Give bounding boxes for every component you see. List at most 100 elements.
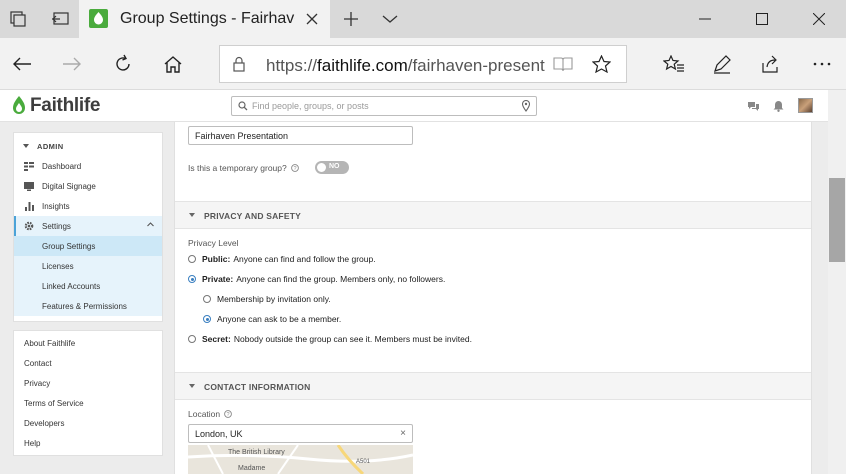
page-scrollbar[interactable] [828, 90, 846, 474]
location-map[interactable]: The British Library A501 Madame [188, 445, 413, 474]
temporary-group-toggle[interactable]: NO [315, 161, 349, 174]
option-description: Anyone can find the group. Members only,… [236, 274, 446, 284]
option-description: Anyone can ask to be a member. [217, 314, 342, 324]
caret-down-icon [189, 384, 195, 388]
url-text: https://faithlife.com/fairhaven-present [266, 56, 545, 75]
sidebar-item-label: Features & Permissions [42, 301, 127, 311]
chevron-up-icon[interactable] [147, 222, 154, 227]
link-terms-of-service[interactable]: Terms of Service [24, 399, 84, 408]
caret-down-icon [23, 144, 29, 148]
sidebar-subitem-linked-accounts[interactable]: Linked Accounts [14, 276, 162, 296]
link-developers[interactable]: Developers [24, 419, 64, 428]
sidebar-item-settings[interactable]: Settings [14, 216, 162, 236]
clear-icon[interactable]: × [400, 428, 406, 439]
option-name: Public: [202, 254, 231, 264]
dashboard-icon [24, 161, 34, 171]
map-label: The British Library [228, 449, 285, 456]
option-description: Anyone can find and follow the group. [233, 254, 376, 264]
maximize-icon[interactable] [750, 7, 774, 31]
map-label: Madame [238, 465, 266, 472]
help-icon[interactable]: ? [224, 410, 232, 418]
group-name-input[interactable] [188, 126, 413, 145]
temporary-group-label: Is this a temporary group? ? [188, 163, 299, 173]
back-tabs-icon[interactable] [48, 7, 72, 31]
sidebar-subitem-features-permissions[interactable]: Features & Permissions [14, 296, 162, 316]
toggle-label: NO [329, 163, 340, 170]
sidebar-item-label: Linked Accounts [42, 281, 101, 291]
faithlife-favicon-icon [89, 9, 108, 28]
search-box[interactable] [231, 96, 537, 116]
sidebar-item-label: Licenses [42, 261, 74, 271]
address-bar[interactable]: https://faithlife.com/fairhaven-present [219, 45, 627, 83]
search-icon [238, 101, 248, 111]
minimize-icon[interactable] [693, 7, 717, 31]
option-name: Secret: [202, 334, 231, 344]
link-help[interactable]: Help [24, 439, 40, 448]
back-arrow-icon[interactable] [9, 51, 35, 77]
link-contact[interactable]: Contact [24, 359, 52, 368]
admin-sidebar: ADMIN Dashboard Digital Signage Insights… [13, 132, 163, 322]
browser-nav-bar: https://faithlife.com/fairhaven-present [0, 38, 846, 90]
favorites-hub-icon[interactable] [661, 51, 687, 77]
more-menu-icon[interactable] [809, 51, 835, 77]
map-roads [188, 445, 413, 474]
privacy-option-private[interactable]: Private: Anyone can find the group. Memb… [188, 274, 445, 284]
link-privacy[interactable]: Privacy [24, 379, 50, 388]
group-settings-panel: Is this a temporary group? ? NO PRIVACY … [174, 122, 812, 474]
sidebar-subitem-group-settings[interactable]: Group Settings [14, 236, 162, 256]
link-about-faithlife[interactable]: About Faithlife [24, 339, 75, 348]
gear-icon [24, 221, 34, 231]
location-label: Location ? [188, 409, 232, 419]
location-input[interactable] [195, 428, 385, 440]
sidebar-item-dashboard[interactable]: Dashboard [14, 156, 162, 176]
tab-list-chevron-icon[interactable] [378, 7, 402, 31]
insights-icon [24, 201, 34, 211]
membership-option-invitation[interactable]: Membership by invitation only. [203, 294, 331, 304]
privacy-option-secret[interactable]: Secret: Nobody outside the group can see… [188, 334, 472, 344]
toggle-knob [317, 163, 326, 172]
close-window-icon[interactable] [807, 7, 831, 31]
location-field[interactable]: × [188, 424, 413, 443]
membership-option-ask[interactable]: Anyone can ask to be a member. [203, 314, 341, 324]
sidebar-subitem-licenses[interactable]: Licenses [14, 256, 162, 276]
user-avatar[interactable] [798, 98, 813, 113]
help-icon[interactable]: ? [290, 164, 299, 172]
browser-tab-bar: Group Settings - Fairhaven Presentation [0, 0, 846, 38]
radio-button-selected[interactable] [203, 315, 211, 323]
caret-down-icon [189, 213, 195, 217]
scrollbar-thumb[interactable] [829, 178, 845, 262]
location-pin-icon[interactable] [522, 100, 530, 112]
sidebar-item-insights[interactable]: Insights [14, 196, 162, 216]
sidebar-item-digital-signage[interactable]: Digital Signage [14, 176, 162, 196]
new-tab-icon[interactable] [339, 7, 363, 31]
radio-button-selected[interactable] [188, 275, 196, 283]
location-label-text: Location [188, 409, 221, 419]
active-tab[interactable]: Group Settings - Fairhaven Presentation [79, 0, 330, 38]
lock-icon [233, 56, 245, 74]
faithlife-logo[interactable]: Faithlife [12, 95, 100, 117]
privacy-option-public[interactable]: Public: Anyone can find and follow the g… [188, 254, 376, 264]
messages-icon[interactable] [746, 99, 760, 113]
radio-button[interactable] [188, 255, 196, 263]
privacy-section-header[interactable]: PRIVACY AND SAFETY [175, 201, 811, 229]
contact-section-header[interactable]: CONTACT INFORMATION [175, 372, 811, 400]
site-header: Faithlife [0, 90, 828, 122]
radio-button[interactable] [188, 335, 196, 343]
tab-stack-icon[interactable] [6, 7, 30, 31]
admin-section-header[interactable]: ADMIN [23, 142, 64, 151]
reading-view-icon[interactable] [553, 56, 573, 74]
forward-arrow-icon[interactable] [59, 51, 85, 77]
svg-text:?: ? [293, 166, 296, 172]
share-icon[interactable] [758, 51, 784, 77]
favorite-star-icon[interactable] [591, 54, 612, 75]
refresh-icon[interactable] [110, 51, 136, 77]
footer-links-card: About Faithlife Contact Privacy Terms of… [13, 330, 163, 456]
notifications-bell-icon[interactable] [771, 99, 785, 113]
search-input[interactable] [252, 99, 512, 113]
web-note-pen-icon[interactable] [709, 51, 735, 77]
close-tab-icon[interactable] [302, 9, 322, 29]
sidebar-item-label: Dashboard [42, 161, 82, 171]
temporary-question-text: Is this a temporary group? [188, 163, 287, 173]
home-icon[interactable] [160, 51, 186, 77]
radio-button[interactable] [203, 295, 211, 303]
